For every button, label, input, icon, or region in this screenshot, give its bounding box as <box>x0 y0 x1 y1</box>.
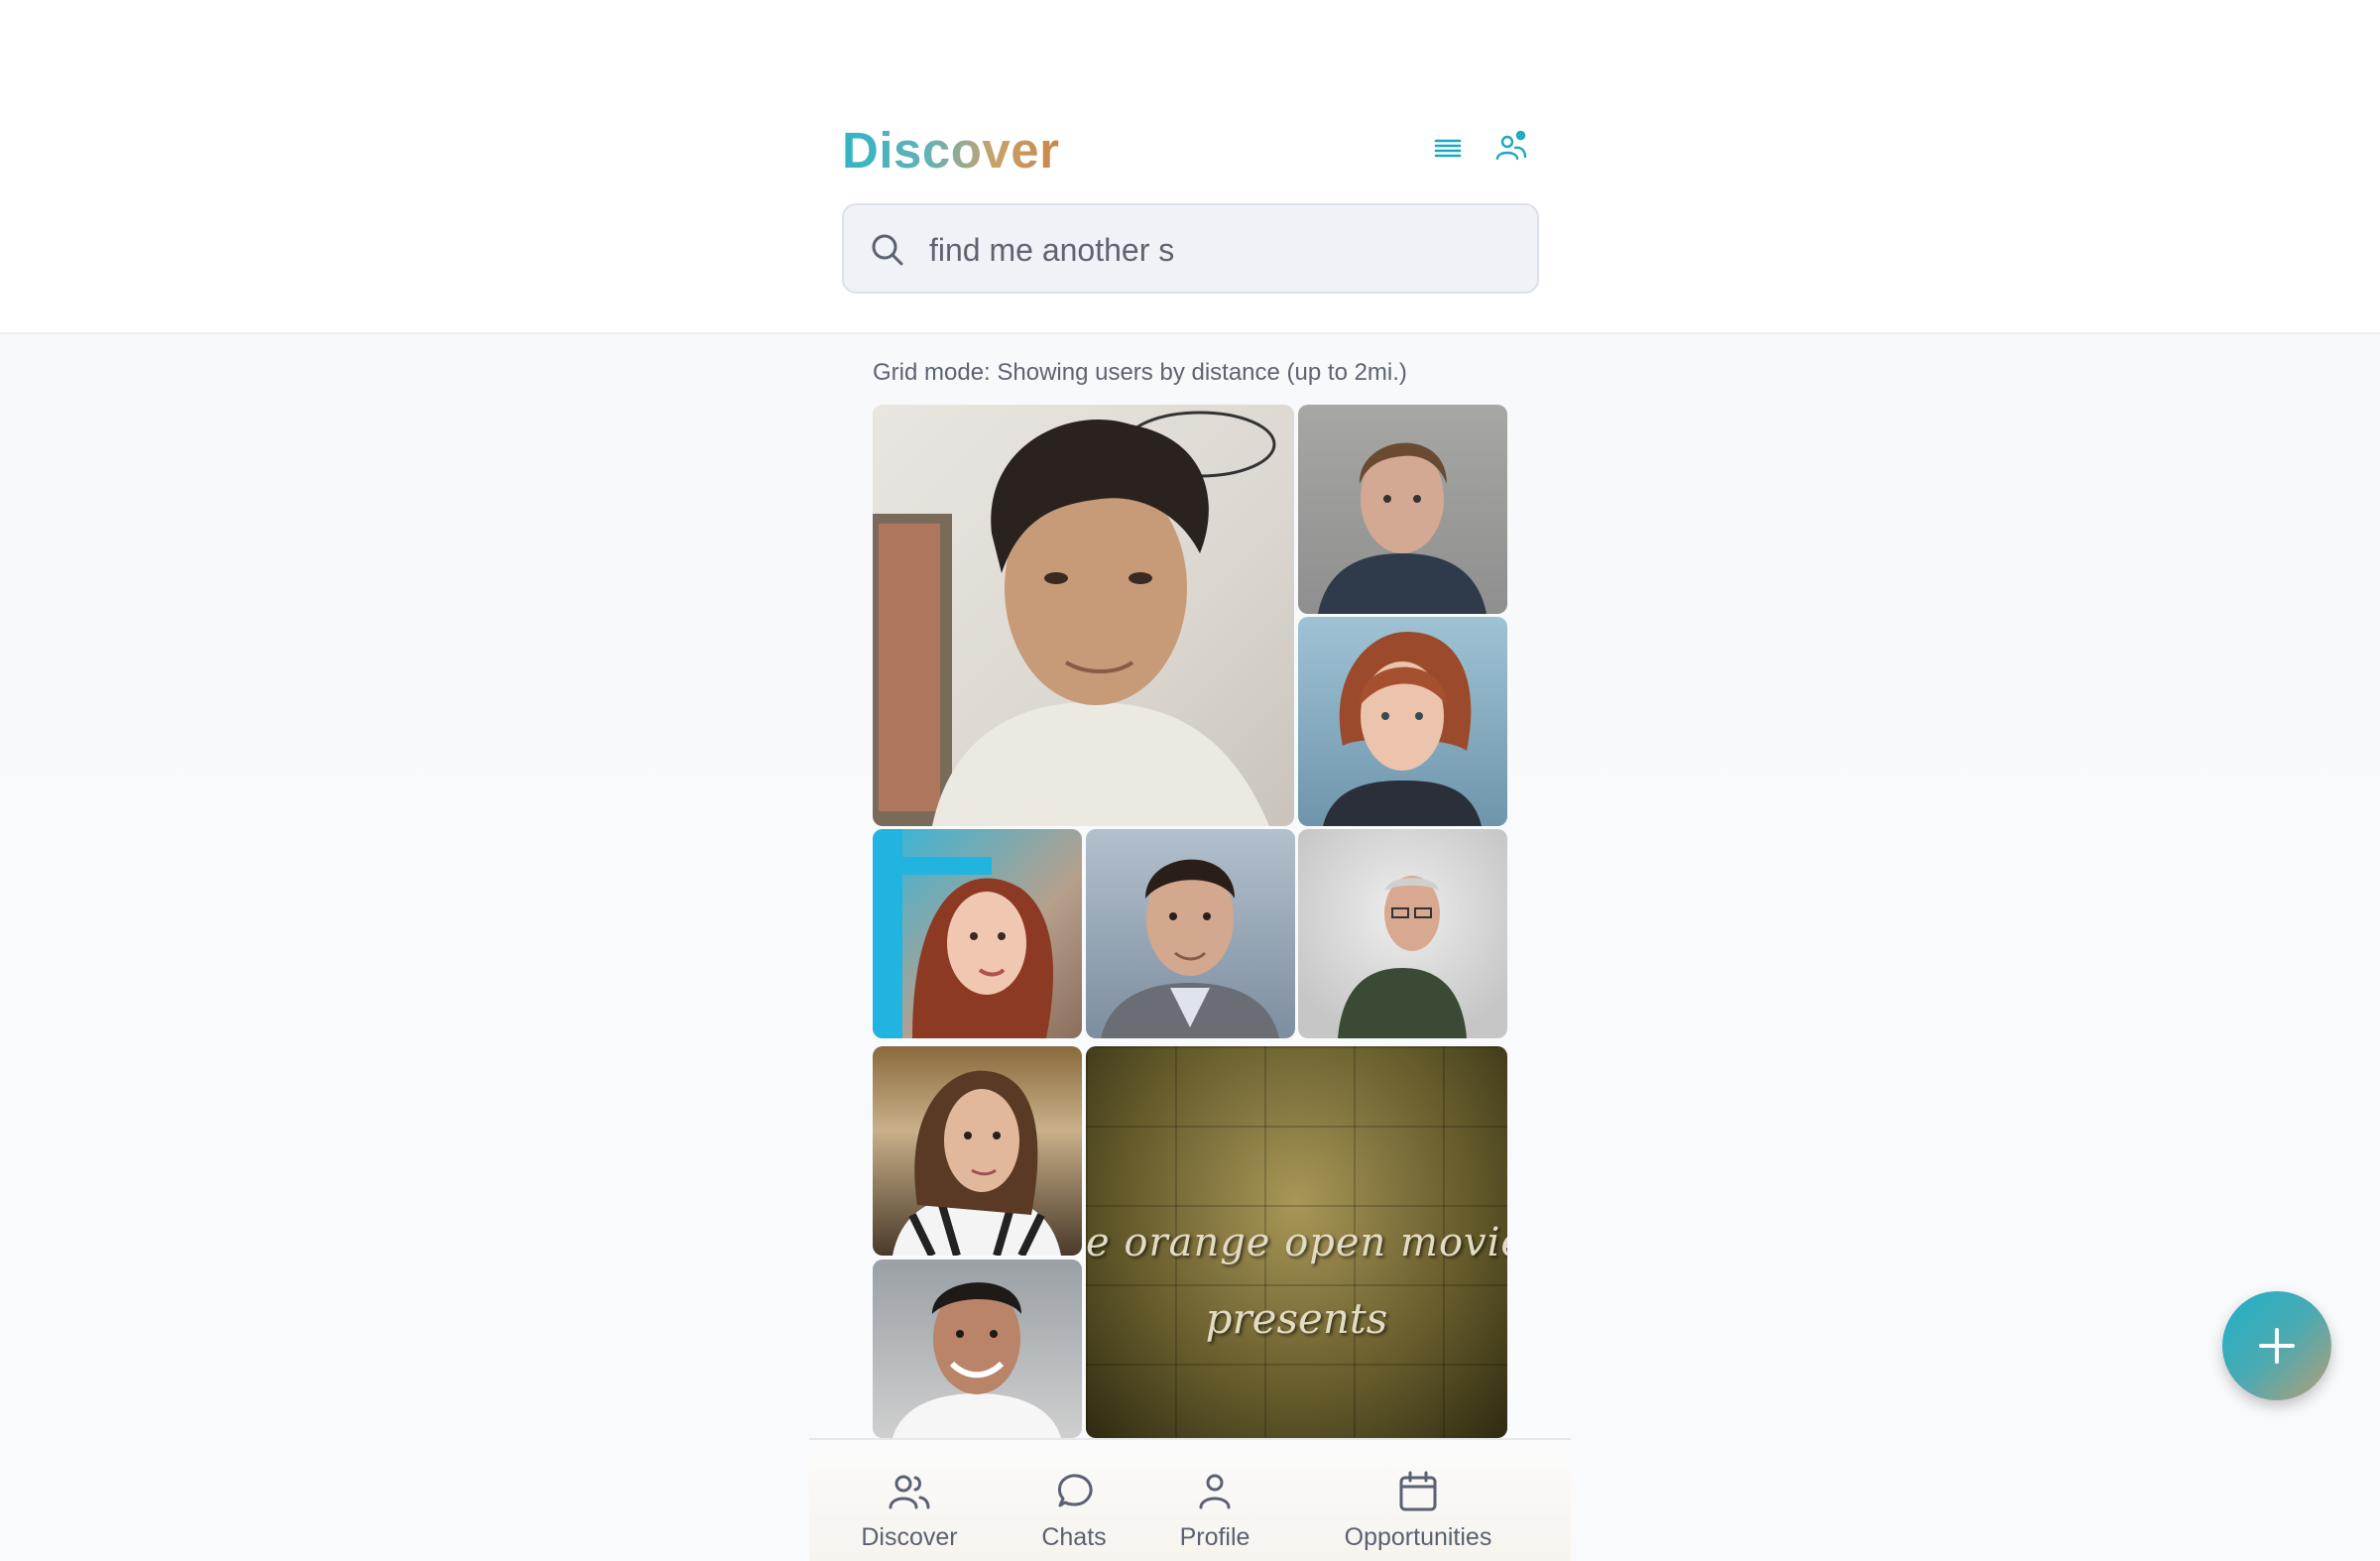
user-icon <box>1199 1474 1231 1509</box>
profile-photo <box>1101 859 1279 1038</box>
list-view-icon[interactable] <box>1428 129 1468 169</box>
profile-photo <box>873 829 1054 1038</box>
search-icon <box>872 234 903 266</box>
chat-bubble-icon <box>1058 1474 1093 1507</box>
nav-label: Opportunities <box>1344 1523 1492 1551</box>
nav-item-discover[interactable]: Discover <box>855 1440 964 1561</box>
profile-photo <box>1318 442 1487 614</box>
discover-page: Discover find me another s Grid mode: Sh… <box>0 0 2380 1561</box>
calendar-icon <box>1399 1471 1437 1511</box>
profile-tile[interactable] <box>873 1046 1082 1256</box>
nav-item-chats[interactable]: Chats <box>1034 1440 1114 1561</box>
bottom-nav: Discover Chats Profile Opportunities <box>809 1438 1571 1561</box>
nav-label: Chats <box>1041 1523 1107 1551</box>
profile-photo <box>873 411 1276 826</box>
search-input[interactable] <box>929 223 1514 277</box>
profile-tile[interactable] <box>1298 829 1507 1038</box>
profile-photo <box>1323 632 1482 826</box>
nav-item-opportunities[interactable]: Opportunities <box>1331 1440 1505 1561</box>
profile-tile[interactable] <box>1298 405 1507 614</box>
add-button[interactable] <box>2222 1291 2331 1400</box>
profile-tile[interactable] <box>873 829 1082 1038</box>
plus-icon <box>2259 1328 2295 1364</box>
profile-tile[interactable] <box>873 405 1294 826</box>
video-text-line-2: presents <box>1205 1294 1388 1343</box>
video-tile[interactable]: e orange open movie projec presents <box>1086 1046 1507 1438</box>
search-bar <box>842 203 1539 294</box>
page-title: Discover <box>842 122 1060 179</box>
profile-tile[interactable] <box>1086 829 1295 1038</box>
profile-tile[interactable] <box>873 1260 1082 1438</box>
profile-tile[interactable] <box>1298 617 1507 826</box>
video-text-line-1: e orange open movie projec <box>1086 1220 1507 1265</box>
grid-mode-text: Grid mode: Showing users by distance (up… <box>873 359 1407 386</box>
nav-item-profile[interactable]: Profile <box>1175 1440 1254 1561</box>
nav-label: Discover <box>861 1523 958 1551</box>
profile-photo <box>1338 876 1467 1038</box>
people-settings-icon[interactable] <box>1491 127 1531 167</box>
users-icon <box>889 1475 930 1509</box>
header: Discover <box>0 0 2380 334</box>
nav-label: Profile <box>1179 1523 1250 1551</box>
profile-photo <box>892 1282 1061 1438</box>
profile-photo <box>892 1070 1061 1256</box>
